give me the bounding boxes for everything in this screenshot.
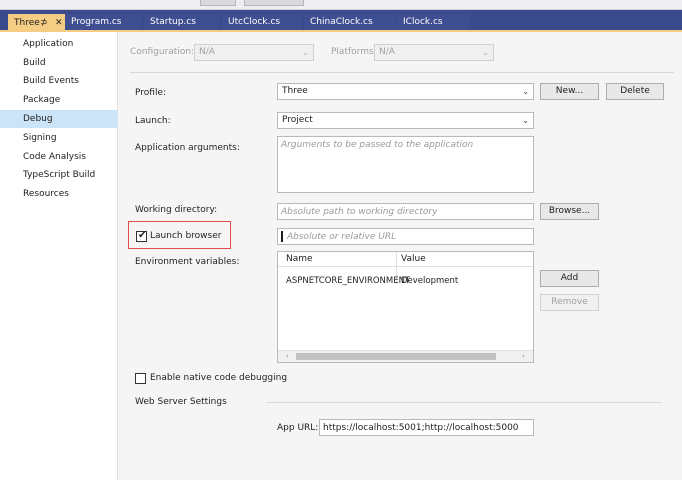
browse-button[interactable]: Browse...: [540, 203, 599, 220]
env-row-value[interactable]: Development: [401, 273, 458, 289]
tab-label: Program.cs: [71, 17, 122, 27]
tab-label: UtcClock.cs: [228, 17, 281, 27]
native-debugging-checkbox[interactable]: [135, 373, 146, 384]
tab-label: IClock.cs: [403, 17, 443, 27]
check-icon: ✔: [138, 230, 147, 241]
remove-env-button[interactable]: Remove: [540, 294, 599, 311]
launch-select[interactable]: Project ⌄: [277, 112, 534, 129]
scroll-right-icon[interactable]: ›: [522, 351, 525, 362]
application-arguments-input[interactable]: Arguments to be passed to the applicatio…: [277, 136, 534, 193]
column-header-name[interactable]: Name: [286, 252, 313, 267]
text-cursor-icon: [281, 231, 283, 242]
platform-label: Platforms:: [331, 47, 377, 57]
add-env-button[interactable]: Add: [540, 270, 599, 287]
debug-settings-panel: Configuration: N/A ⌄ Platforms: N/A ⌄ Pr…: [118, 32, 682, 480]
chevron-down-icon: ⌄: [302, 48, 309, 57]
platform-value: N/A: [379, 47, 395, 57]
grid-horizontal-scrollbar[interactable]: ‹ ›: [278, 350, 533, 362]
profile-label: Profile:: [135, 88, 167, 98]
chevron-down-icon: ⌄: [522, 87, 529, 96]
scroll-left-icon[interactable]: ‹: [286, 351, 289, 362]
configuration-label: Configuration:: [130, 47, 195, 57]
document-tab-bar: Three ⊅ ✕ Program.cs Startup.cs UtcClock…: [0, 10, 682, 32]
chevron-down-icon: ⌄: [522, 116, 529, 125]
sidebar-item-package[interactable]: Package: [0, 91, 118, 109]
launch-value: Project: [282, 115, 313, 125]
toolbar-strip: [0, 0, 682, 10]
sidebar-item-debug[interactable]: Debug: [0, 110, 118, 128]
tab-program-cs[interactable]: Program.cs: [65, 14, 141, 30]
working-directory-label: Working directory:: [135, 205, 218, 215]
configuration-value: N/A: [199, 47, 215, 57]
launch-browser-url-input[interactable]: Absolute or relative URL: [277, 228, 534, 245]
grid-header: Name Value: [278, 252, 533, 267]
launch-browser-label[interactable]: Launch browser: [150, 231, 221, 241]
toolbar-combo[interactable]: [200, 0, 236, 6]
profile-value: Three: [282, 86, 308, 96]
tab-label: Startup.cs: [150, 17, 196, 27]
tab-iclock-cs[interactable]: IClock.cs: [397, 14, 469, 30]
sidebar-item-build[interactable]: Build: [0, 54, 118, 72]
launch-browser-checkbox[interactable]: ✔: [136, 230, 147, 242]
web-server-settings-label: Web Server Settings: [135, 397, 227, 407]
native-debugging-label[interactable]: Enable native code debugging: [150, 373, 287, 383]
app-url-label: App URL:: [277, 423, 319, 433]
toolbar-combo[interactable]: [244, 0, 304, 6]
tab-startup-cs[interactable]: Startup.cs: [144, 14, 220, 30]
env-row-name[interactable]: ASPNETCORE_ENVIRONMENT: [286, 273, 410, 289]
sidebar-item-typescript-build[interactable]: TypeScript Build: [0, 166, 118, 184]
scrollbar-thumb[interactable]: [296, 353, 496, 360]
tab-utcclock-cs[interactable]: UtcClock.cs: [222, 14, 302, 30]
property-pages-sidebar: Application Build Build Events Package D…: [0, 32, 118, 480]
profile-select[interactable]: Three ⌄: [277, 83, 534, 100]
app-url-value: https://localhost:5001;http://localhost:…: [323, 423, 519, 433]
sidebar-item-signing[interactable]: Signing: [0, 129, 118, 147]
tab-label: Three: [14, 18, 40, 28]
tab-chinaclock-cs[interactable]: ChinaClock.cs: [304, 14, 396, 30]
tab-label: ChinaClock.cs: [310, 17, 373, 27]
divider: [130, 72, 674, 73]
configuration-select[interactable]: N/A ⌄: [194, 44, 314, 61]
sidebar-item-resources[interactable]: Resources: [0, 185, 118, 203]
working-directory-placeholder: Absolute path to working directory: [281, 207, 438, 217]
launch-label: Launch:: [135, 116, 171, 126]
new-profile-button[interactable]: New...: [540, 83, 599, 100]
environment-variables-grid[interactable]: Name Value ASPNETCORE_ENVIRONMENT Develo…: [277, 251, 534, 363]
sidebar-item-build-events[interactable]: Build Events: [0, 72, 118, 90]
application-arguments-placeholder: Arguments to be passed to the applicatio…: [281, 140, 474, 150]
column-header-value[interactable]: Value: [401, 252, 426, 267]
launch-browser-url-placeholder: Absolute or relative URL: [287, 232, 397, 242]
environment-variables-label: Environment variables:: [135, 257, 240, 267]
platform-select[interactable]: N/A ⌄: [374, 44, 494, 61]
sidebar-item-application[interactable]: Application: [0, 35, 118, 53]
delete-profile-button[interactable]: Delete: [606, 83, 664, 100]
app-url-input[interactable]: https://localhost:5001;http://localhost:…: [319, 419, 534, 436]
chevron-down-icon: ⌄: [482, 48, 489, 57]
sidebar-item-code-analysis[interactable]: Code Analysis: [0, 148, 118, 166]
section-divider: [266, 402, 662, 403]
working-directory-input[interactable]: Absolute path to working directory: [277, 203, 534, 220]
application-arguments-label: Application arguments:: [135, 143, 240, 153]
